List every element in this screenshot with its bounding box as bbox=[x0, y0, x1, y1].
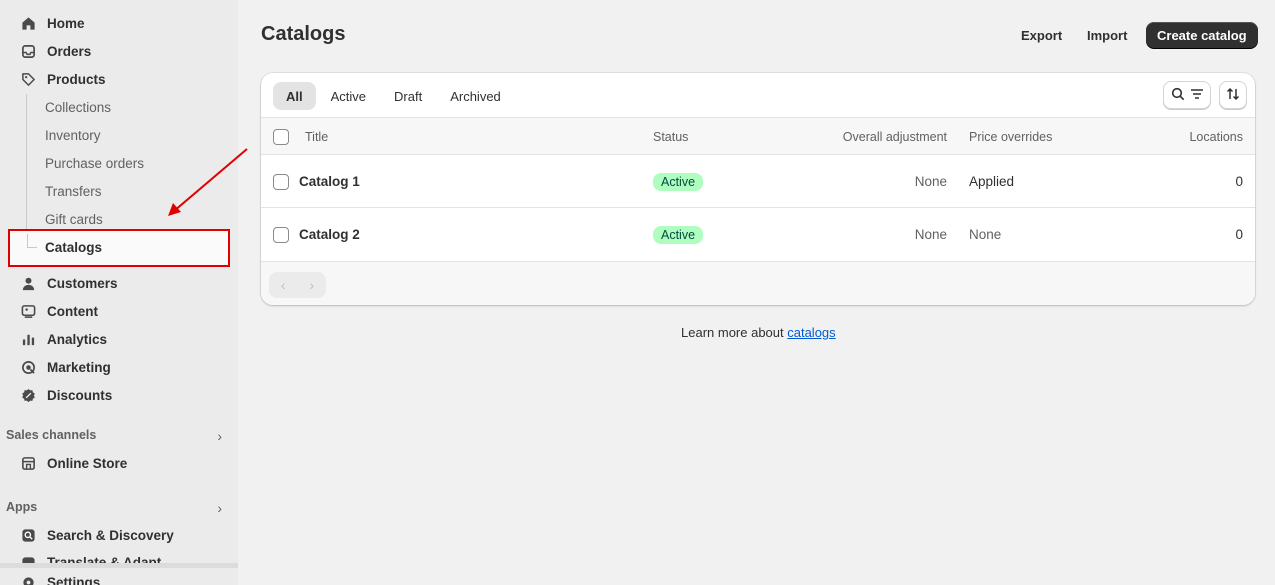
sidebar-item-discounts[interactable]: Discounts bbox=[8, 381, 230, 409]
sidebar-item-label: Orders bbox=[47, 43, 92, 59]
chevron-right-icon[interactable]: › bbox=[217, 428, 222, 444]
annotation-arrow bbox=[168, 148, 248, 216]
column-header-adjustment: Overall adjustment bbox=[842, 129, 947, 144]
page-title: Catalogs bbox=[261, 23, 346, 45]
store-icon bbox=[20, 455, 36, 471]
column-header-locations: Locations bbox=[1189, 129, 1243, 144]
tab-archived[interactable]: Archived bbox=[437, 82, 514, 110]
sidebar-subitem-inventory[interactable]: Inventory bbox=[45, 121, 101, 149]
home-icon bbox=[20, 15, 36, 31]
catalogs-help-link[interactable]: catalogs bbox=[787, 325, 835, 340]
create-catalog-button[interactable]: Create catalog bbox=[1146, 22, 1258, 48]
sidebar-item-settings[interactable]: Settings bbox=[8, 568, 230, 585]
target-icon bbox=[20, 359, 36, 375]
bar-chart-icon bbox=[20, 331, 36, 347]
filter-icon bbox=[1190, 88, 1204, 103]
sidebar-item-label: Content bbox=[47, 303, 98, 319]
sidebar-item-label: Settings bbox=[47, 574, 101, 585]
status-badge: Active bbox=[653, 155, 704, 208]
locations-count: 0 bbox=[1235, 174, 1243, 189]
catalog-title[interactable]: Catalog 1 bbox=[299, 155, 360, 208]
row-checkbox[interactable] bbox=[273, 155, 289, 208]
row-checkbox[interactable] bbox=[273, 208, 289, 261]
sidebar-item-label: Analytics bbox=[47, 331, 108, 347]
subnav-hook bbox=[27, 234, 37, 248]
sales-channels-header[interactable]: Sales channels › bbox=[6, 428, 222, 444]
status-badge: Active bbox=[653, 208, 704, 261]
sidebar-subitem-catalogs[interactable]: Catalogs bbox=[8, 229, 230, 267]
content-icon bbox=[20, 303, 36, 319]
person-icon bbox=[20, 275, 36, 291]
catalog-title[interactable]: Catalog 2 bbox=[299, 208, 360, 261]
column-header-price-overrides: Price overrides bbox=[969, 129, 1053, 144]
tab-draft[interactable]: Draft bbox=[381, 82, 435, 110]
apps-header[interactable]: Apps › bbox=[6, 500, 222, 516]
locations-count: 0 bbox=[1235, 227, 1243, 242]
learn-more-text: Learn more about catalogs bbox=[681, 325, 836, 340]
sidebar-item-products[interactable]: Products bbox=[8, 65, 230, 93]
export-button[interactable]: Export bbox=[1013, 22, 1070, 48]
sidebar-item-home[interactable]: Home bbox=[8, 9, 230, 37]
sidebar-item-content[interactable]: Content bbox=[8, 297, 230, 325]
sidebar-item-marketing[interactable]: Marketing bbox=[8, 353, 230, 381]
next-page-button[interactable]: › bbox=[298, 272, 327, 298]
overall-adjustment: None bbox=[914, 174, 947, 189]
catalogs-card: All Active Draft Archived Title Status O… bbox=[261, 73, 1255, 305]
column-header-title: Title bbox=[305, 129, 329, 144]
sidebar-item-search-discovery[interactable]: Search & Discovery bbox=[8, 521, 230, 549]
discount-icon bbox=[20, 387, 36, 403]
sidebar-item-customers[interactable]: Customers bbox=[8, 269, 230, 297]
sales-channels-label: Sales channels bbox=[6, 428, 97, 442]
sidebar-item-label: Translate & Adapt bbox=[47, 555, 162, 563]
chevron-right-icon[interactable]: › bbox=[217, 500, 222, 516]
pagination: ‹ › bbox=[269, 272, 326, 298]
sidebar-subitem-transfers[interactable]: Transfers bbox=[45, 177, 102, 205]
sidebar-item-label: Marketing bbox=[47, 359, 111, 375]
sort-icon bbox=[1226, 87, 1240, 104]
import-button[interactable]: Import bbox=[1079, 22, 1135, 48]
select-all-checkbox[interactable] bbox=[273, 118, 289, 155]
gear-icon bbox=[20, 574, 36, 585]
table-row[interactable]: Catalog 1 Active None Applied 0 bbox=[261, 155, 1255, 208]
sidebar-item-label: Catalogs bbox=[45, 240, 103, 255]
sidebar-item-orders[interactable]: Orders bbox=[8, 37, 230, 65]
table-header: Title Status Overall adjustment Price ov… bbox=[261, 118, 1255, 155]
translate-app-icon bbox=[20, 555, 36, 563]
tab-all[interactable]: All bbox=[273, 82, 316, 110]
pagination-bar: ‹ › bbox=[261, 261, 1255, 305]
previous-page-button[interactable]: ‹ bbox=[269, 272, 298, 298]
filter-tabs: All Active Draft Archived bbox=[273, 82, 516, 110]
sidebar-item-label: Search & Discovery bbox=[47, 527, 174, 543]
price-overrides: None bbox=[969, 227, 1002, 242]
overall-adjustment: None bbox=[914, 227, 947, 242]
search-icon bbox=[1171, 87, 1185, 104]
sidebar-subitem-collections[interactable]: Collections bbox=[45, 93, 111, 121]
sidebar-item-analytics[interactable]: Analytics bbox=[8, 325, 230, 353]
tag-icon bbox=[20, 71, 36, 87]
column-header-status: Status bbox=[653, 129, 689, 144]
learn-more-prefix: Learn more about bbox=[681, 325, 788, 340]
sidebar-subitem-purchase-orders[interactable]: Purchase orders bbox=[45, 149, 144, 177]
sidebar-item-label: Home bbox=[47, 15, 85, 31]
table-row[interactable]: Catalog 2 Active None None 0 bbox=[261, 208, 1255, 261]
sidebar-item-label: Online Store bbox=[47, 455, 128, 471]
sidebar-item-label: Discounts bbox=[47, 387, 113, 403]
sidebar-item-label: Products bbox=[47, 71, 106, 87]
sidebar-item-label: Customers bbox=[47, 275, 118, 291]
inbox-icon bbox=[20, 43, 36, 59]
apps-label: Apps bbox=[6, 500, 38, 514]
price-overrides: Applied bbox=[969, 174, 1015, 189]
search-filter-button[interactable] bbox=[1163, 81, 1211, 109]
search-app-icon bbox=[20, 527, 36, 543]
sidebar: Home Orders Products Collections Invento… bbox=[0, 0, 238, 585]
sidebar-item-translate-adapt[interactable]: Translate & Adapt bbox=[8, 549, 230, 563]
sort-button[interactable] bbox=[1219, 81, 1247, 109]
subnav-guide-line bbox=[26, 94, 27, 234]
sidebar-item-online-store[interactable]: Online Store bbox=[8, 449, 230, 477]
tab-active[interactable]: Active bbox=[318, 82, 379, 110]
